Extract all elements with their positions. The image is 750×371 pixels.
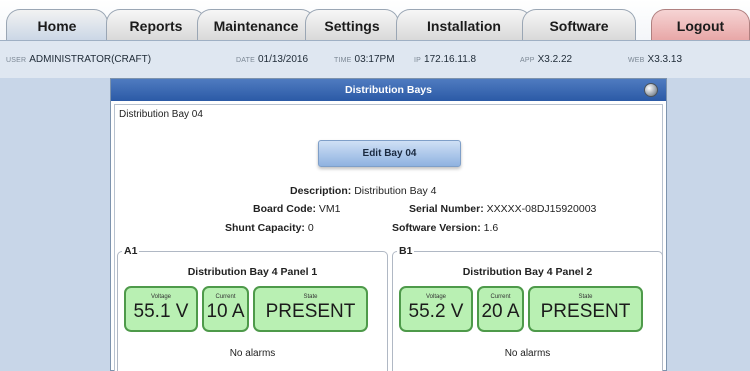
- globe-icon[interactable]: [644, 83, 658, 97]
- current-label: Current: [215, 294, 236, 300]
- date-info: DATE 01/13/2016: [236, 54, 308, 65]
- shunt-capacity-value: 0: [307, 222, 314, 234]
- current-label: Current: [490, 294, 511, 300]
- voltage-label: Voltage: [425, 294, 447, 300]
- state-value: PRESENT: [265, 301, 356, 322]
- session-info-bar: USER ADMINISTRATOR(CRAFT) DATE 01/13/2016 …: [0, 40, 750, 78]
- panel-b1-legend: B1: [397, 245, 415, 257]
- app-value: X3.2.22: [537, 54, 573, 65]
- date-value: 01/13/2016: [257, 54, 309, 65]
- state-label: State: [578, 294, 593, 300]
- software-version-label: Software Version:: [392, 222, 481, 234]
- tab-home[interactable]: Home: [6, 9, 108, 40]
- tab-software[interactable]: Software: [522, 9, 636, 40]
- panel-b1-title: Distribution Bay 4 Panel 2: [462, 266, 593, 278]
- board-code-value: VM1: [318, 203, 341, 215]
- serial-number-label: Serial Number:: [409, 203, 484, 215]
- tab-reports[interactable]: Reports: [106, 9, 206, 40]
- shunt-capacity-label: Shunt Capacity:: [225, 222, 305, 234]
- tab-maintenance[interactable]: Maintenance: [197, 9, 315, 40]
- edit-bay-button[interactable]: Edit Bay 04: [318, 140, 461, 167]
- description-field: Description: Distribution Bay 4: [290, 185, 436, 197]
- voltage-value: 55.2 V: [408, 301, 464, 322]
- state-label: State: [303, 294, 318, 300]
- voltage-box: Voltage 55.1 V: [124, 286, 198, 332]
- description-value: Distribution Bay 4: [354, 185, 437, 197]
- board-code-label: Board Code:: [253, 203, 316, 215]
- tab-logout[interactable]: Logout: [651, 9, 750, 40]
- web-label: WEB: [628, 57, 645, 64]
- voltage-label: Voltage: [150, 294, 172, 300]
- description-label: Description:: [290, 185, 352, 197]
- date-label: DATE: [236, 57, 255, 64]
- board-code-field: Board Code: VM1: [253, 203, 341, 215]
- alarm-status: No alarms: [504, 348, 551, 359]
- app-version-info: APP X3.2.22: [520, 54, 572, 65]
- current-value: 20 A: [481, 301, 520, 322]
- panel-a1-title: Distribution Bay 4 Panel 1: [187, 266, 318, 278]
- state-value: PRESENT: [540, 301, 631, 322]
- state-box: State PRESENT: [528, 286, 643, 332]
- time-label: TIME: [334, 57, 352, 64]
- serial-number-value: XXXXX-08DJ15920003: [486, 203, 597, 215]
- ip-value: 172.16.11.8: [424, 54, 477, 65]
- time-value: 03:17PM: [354, 54, 395, 65]
- panel-a1-legend: A1: [122, 245, 140, 257]
- voltage-box: Voltage 55.2 V: [399, 286, 473, 332]
- user-info: USER ADMINISTRATOR(CRAFT): [6, 54, 151, 65]
- time-info: TIME 03:17PM: [334, 54, 395, 65]
- ip-info: IP 172.16.11.8: [414, 54, 476, 65]
- alarm-status: No alarms: [229, 348, 276, 359]
- web-value: X3.3.13: [647, 54, 683, 65]
- tab-installation[interactable]: Installation: [396, 9, 532, 40]
- tab-settings[interactable]: Settings: [305, 9, 399, 40]
- voltage-value: 55.1 V: [133, 301, 189, 322]
- state-box: State PRESENT: [253, 286, 368, 332]
- current-value: 10 A: [206, 301, 245, 322]
- current-box: Current 10 A: [202, 286, 249, 332]
- bay-details: Distribution Bay 04 Edit Bay 04 Descript…: [114, 104, 663, 371]
- user-label: USER: [6, 57, 27, 64]
- serial-number-field: Serial Number: XXXXX-08DJ15920003: [409, 203, 596, 215]
- bay-name: Distribution Bay 04: [119, 109, 203, 120]
- user-value: ADMINISTRATOR(CRAFT): [29, 54, 152, 65]
- panel-title-bar: Distribution Bays: [111, 79, 666, 101]
- main-tab-bar: Home Reports Maintenance Settings Instal…: [0, 0, 750, 40]
- app-label: APP: [520, 57, 535, 64]
- distribution-bays-panel: Distribution Bays Distribution Bay 04 Ed…: [110, 78, 667, 371]
- ip-label: IP: [414, 57, 422, 64]
- panel-title: Distribution Bays: [345, 84, 432, 96]
- shunt-capacity-field: Shunt Capacity: 0: [225, 222, 314, 234]
- web-version-info: WEB X3.3.13: [628, 54, 682, 65]
- panel-b1: B1 Distribution Bay 4 Panel 2 Voltage 55…: [392, 245, 663, 371]
- current-box: Current 20 A: [477, 286, 524, 332]
- panel-a1: A1 Distribution Bay 4 Panel 1 Voltage 55…: [117, 245, 388, 371]
- software-version-field: Software Version: 1.6: [392, 222, 498, 234]
- software-version-value: 1.6: [483, 222, 499, 234]
